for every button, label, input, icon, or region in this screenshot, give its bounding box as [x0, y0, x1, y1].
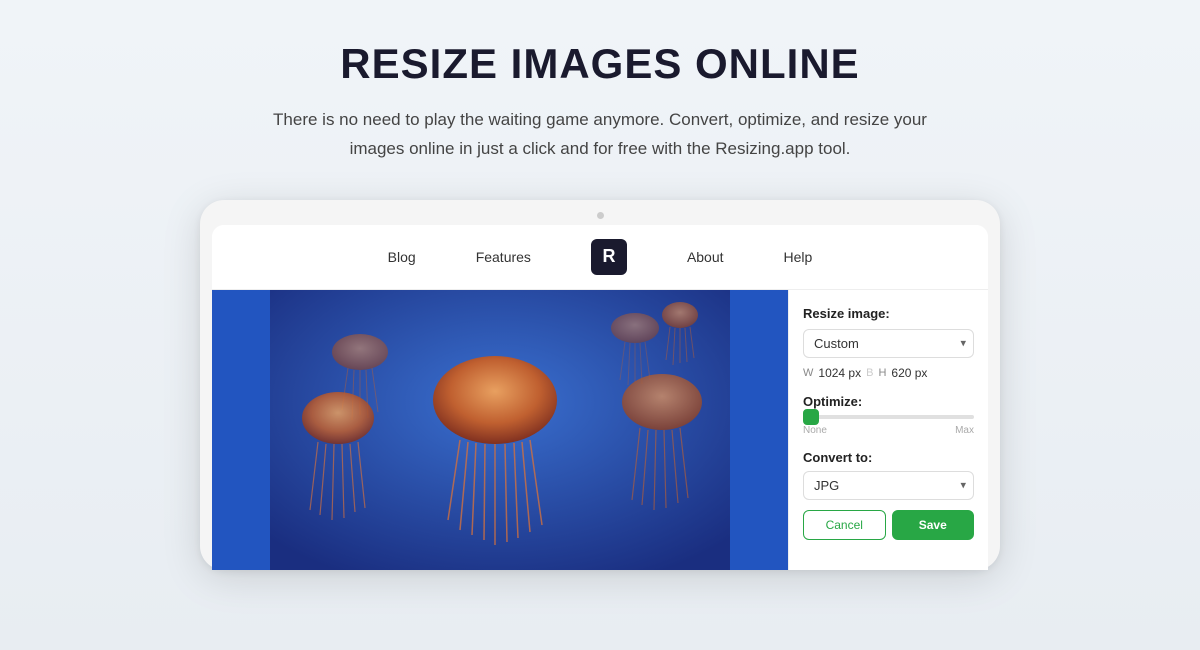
logo-letter: R — [602, 246, 615, 267]
width-label: W — [803, 367, 813, 379]
device-screen: Blog Features R About Help — [212, 225, 988, 570]
image-preview — [212, 290, 788, 570]
cancel-button[interactable]: Cancel — [803, 510, 886, 540]
convert-select-wrapper: JPG ▾ — [803, 471, 974, 500]
slider-thumb[interactable] — [803, 409, 819, 425]
optimize-section: Optimize: None Max — [803, 394, 974, 436]
sidebar-panel: Resize image: Custom ▾ W 1024 px B H 620… — [788, 290, 988, 570]
nav-about[interactable]: About — [687, 249, 724, 265]
convert-section: Convert to: JPG ▾ Cancel Save — [803, 450, 974, 540]
optimize-slider-box: None Max — [803, 415, 974, 436]
resize-section: Resize image: Custom ▾ W 1024 px B H 620… — [803, 306, 974, 380]
jellyfish-container — [212, 290, 788, 570]
nav-blog[interactable]: Blog — [388, 249, 416, 265]
nav-features[interactable]: Features — [476, 249, 531, 265]
convert-select[interactable]: JPG — [803, 471, 974, 500]
device-camera-dot — [597, 212, 604, 219]
convert-label: Convert to: — [803, 450, 974, 465]
resize-select[interactable]: Custom — [803, 329, 974, 358]
device-notch — [212, 212, 988, 219]
action-buttons: Cancel Save — [803, 510, 974, 540]
resize-label: Resize image: — [803, 306, 974, 321]
logo[interactable]: R — [591, 239, 627, 275]
navbar: Blog Features R About Help — [212, 225, 988, 290]
height-value: 620 px — [891, 366, 927, 380]
save-button[interactable]: Save — [892, 510, 975, 540]
slider-labels: None Max — [803, 425, 974, 436]
nav-help[interactable]: Help — [784, 249, 813, 265]
resize-select-wrapper: Custom ▾ — [803, 329, 974, 358]
width-value: 1024 px — [818, 366, 861, 380]
height-label: H — [878, 367, 886, 379]
slider-min-label: None — [803, 425, 827, 436]
device-frame: Blog Features R About Help — [200, 200, 1000, 570]
slider-max-label: Max — [955, 425, 974, 436]
link-icon: B — [866, 367, 873, 379]
page-title: RESIZE IMAGES ONLINE — [340, 40, 859, 88]
page-subtitle: There is no need to play the waiting gam… — [250, 106, 950, 164]
dimensions-row: W 1024 px B H 620 px — [803, 366, 974, 380]
slider-track[interactable] — [803, 415, 974, 419]
app-area: Resize image: Custom ▾ W 1024 px B H 620… — [212, 290, 988, 570]
jellyfish-svg — [212, 290, 788, 570]
optimize-label: Optimize: — [803, 394, 974, 409]
